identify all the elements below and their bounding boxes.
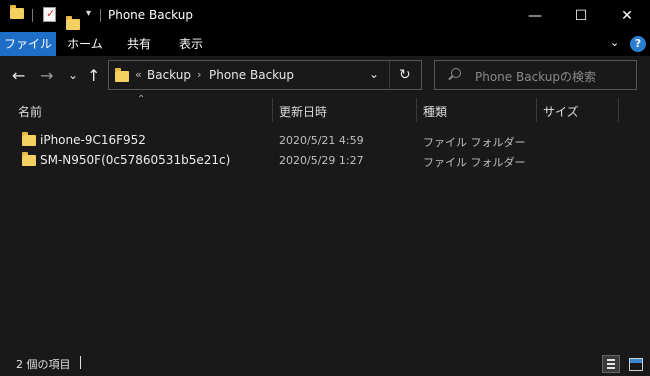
column-modified[interactable]: 更新日時 <box>279 103 327 120</box>
file-modified: 2020/5/29 1:27 <box>279 154 364 167</box>
sort-ascending-icon: ⌃ <box>137 94 146 105</box>
list-item[interactable]: SM-N950F(0c57860531b5e21c) 2020/5/29 1:2… <box>0 150 650 170</box>
divider <box>100 9 101 22</box>
folder-icon <box>22 152 36 166</box>
maximize-button[interactable]: ☐ <box>558 0 604 32</box>
search-input[interactable]: Phone Backupの検索 <box>475 68 596 85</box>
back-button[interactable]: ← <box>12 66 25 85</box>
column-divider[interactable] <box>536 98 537 122</box>
divider <box>32 9 33 22</box>
recent-locations-button[interactable]: ⌄ <box>68 68 78 82</box>
column-header: ⌃ 名前 更新日時 種類 サイズ <box>0 94 650 124</box>
close-button[interactable]: ✕ <box>604 0 650 32</box>
status-bar: 2 個の項目 <box>0 352 650 376</box>
details-view-icon[interactable] <box>602 355 620 373</box>
title-bar: ▾ Phone Backup — ☐ ✕ <box>0 0 650 32</box>
minimize-button[interactable]: — <box>512 0 558 32</box>
tab-file[interactable]: ファイル <box>0 32 56 56</box>
file-modified: 2020/5/21 4:59 <box>279 134 364 147</box>
column-divider[interactable] <box>416 98 417 122</box>
folder-icon <box>22 132 36 146</box>
ribbon: ファイル ホーム 共有 表示 ⌄ ? <box>0 32 650 56</box>
address-bar[interactable]: « Backup › Phone Backup ⌄ ↻ <box>108 60 422 90</box>
properties-icon[interactable] <box>43 7 56 22</box>
tab-view[interactable]: 表示 <box>168 32 214 56</box>
file-name[interactable]: SM-N950F(0c57860531b5e21c) <box>40 153 230 167</box>
divider <box>389 61 390 89</box>
column-name[interactable]: 名前 <box>18 103 42 120</box>
column-divider[interactable] <box>618 98 619 122</box>
status-divider <box>80 356 81 369</box>
customize-quick-access-icon[interactable]: ▾ <box>86 8 91 19</box>
folder-icon <box>115 68 129 82</box>
search-icon <box>451 68 461 78</box>
navigation-bar: ← → ⌄ ↑ « Backup › Phone Backup ⌄ ↻ Phon… <box>0 56 650 96</box>
forward-button[interactable]: → <box>40 66 53 85</box>
window-title: Phone Backup <box>108 8 193 22</box>
item-count: 2 個の項目 <box>16 358 71 371</box>
breadcrumb-overflow-button[interactable]: « <box>135 68 142 81</box>
chevron-down-icon[interactable]: ⌄ <box>610 36 619 49</box>
help-icon[interactable]: ? <box>630 36 646 52</box>
file-name[interactable]: iPhone-9C16F952 <box>40 133 146 147</box>
address-dropdown-icon[interactable]: ⌄ <box>369 67 379 81</box>
folder-icon <box>10 5 24 19</box>
file-type: ファイル フォルダー <box>423 136 526 149</box>
up-button[interactable]: ↑ <box>87 66 100 85</box>
column-divider[interactable] <box>272 98 273 122</box>
breadcrumb-separator[interactable]: › <box>197 68 201 81</box>
file-type: ファイル フォルダー <box>423 156 526 169</box>
new-folder-icon[interactable] <box>66 16 80 30</box>
column-size[interactable]: サイズ <box>543 103 579 120</box>
large-icons-view-icon[interactable] <box>626 355 644 373</box>
search-box[interactable]: Phone Backupの検索 <box>434 60 637 90</box>
breadcrumb-phone-backup[interactable]: Phone Backup <box>209 68 294 82</box>
breadcrumb-backup[interactable]: Backup <box>147 68 191 82</box>
tab-home[interactable]: ホーム <box>60 32 110 56</box>
tab-share[interactable]: 共有 <box>116 32 162 56</box>
column-type[interactable]: 種類 <box>423 103 447 120</box>
list-item[interactable]: iPhone-9C16F952 2020/5/21 4:59 ファイル フォルダ… <box>0 130 650 150</box>
refresh-icon[interactable]: ↻ <box>399 67 411 83</box>
